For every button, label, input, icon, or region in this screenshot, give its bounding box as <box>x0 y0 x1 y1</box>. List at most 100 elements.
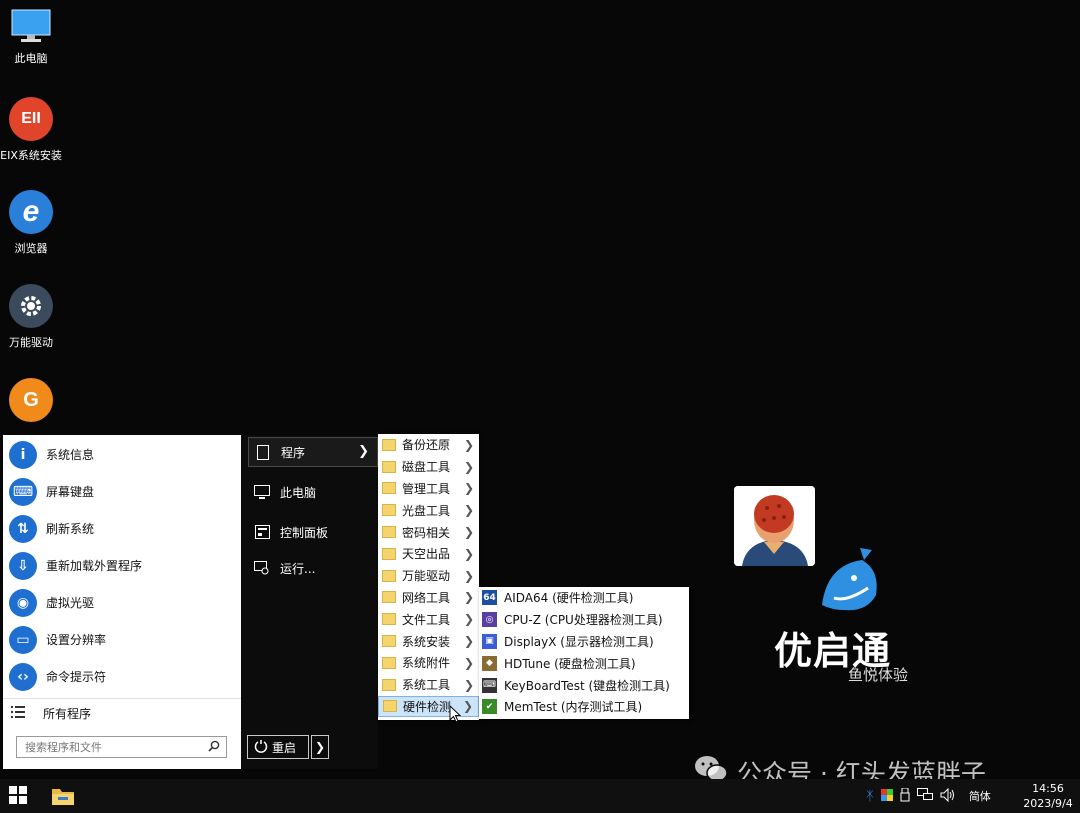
chevron-right-icon: ❯ <box>463 612 474 627</box>
submenu-item[interactable]: 管理工具 ❯ <box>378 478 479 500</box>
start-item-label: 设置分辨率 <box>46 633 107 647</box>
desktop-icon-driver[interactable]: 万能驱动 <box>0 284 62 350</box>
clock-time: 14:56 <box>1032 782 1064 795</box>
network-icon[interactable] <box>916 787 933 805</box>
document-icon <box>255 444 271 460</box>
search-icon[interactable] <box>208 740 220 755</box>
submenu-item[interactable]: 系统安装 ❯ <box>378 630 479 652</box>
programs-submenu: 备份还原 ❯ 磁盘工具 ❯ 管理工具 ❯ 光盘工具 ❯ 密码相关 ❯ 天空出品 ❯ 万能驱动 ❯ 网络工具 ❯… <box>378 434 479 720</box>
restart-button[interactable]: 重启 <box>247 735 309 759</box>
power-options-button[interactable]: ❯ <box>311 735 329 759</box>
submenu-item-label: 系统工具 <box>402 678 451 693</box>
chevron-right-icon: ❯ <box>463 437 474 452</box>
start-item-label: 重新加载外置程序 <box>46 559 143 573</box>
chevron-right-icon: ❯ <box>463 634 474 649</box>
taskbar-clock[interactable]: 14:56 2023/9/4 <box>1018 781 1078 811</box>
start-item-virtual-drive[interactable]: ◉ 虚拟光驱 <box>3 584 241 621</box>
all-programs-item[interactable]: 所有程序 <box>3 698 241 728</box>
folder-icon <box>382 526 396 539</box>
chevron-right-icon: ❯ <box>358 444 369 459</box>
folder-icon <box>50 789 76 810</box>
submenu-item-label: 光盘工具 <box>402 503 451 518</box>
menu-item-this-pc[interactable]: 此电脑 <box>248 477 378 507</box>
hardware-tool-item[interactable]: 64 AIDA64 (硬件检测工具) <box>479 587 689 609</box>
desktop-icon-g-app[interactable]: G <box>0 378 62 422</box>
submenu-item[interactable]: 光盘工具 ❯ <box>378 499 479 521</box>
submenu-item[interactable]: 系统附件 ❯ <box>378 652 479 674</box>
start-item-label: 屏幕键盘 <box>46 485 95 499</box>
start-item-system-info[interactable]: i 系统信息 <box>3 436 241 473</box>
desktop-icon-eix[interactable]: EII EIX系统安装 <box>0 97 62 163</box>
folder-icon <box>382 482 396 495</box>
eix-icon: EII <box>9 97 53 141</box>
start-item-label: 刷新系统 <box>46 522 95 536</box>
menu-item-control-panel[interactable]: 控制面板 <box>248 517 378 547</box>
hardware-tool-item[interactable]: ⌨ KeyBoardTest (键盘检测工具) <box>479 674 689 696</box>
start-item-screen-keyboard[interactable]: ⌨ 屏幕键盘 <box>3 473 241 510</box>
ime-indicator[interactable]: 简体 <box>969 788 991 804</box>
disc-icon: ◉ <box>9 588 37 617</box>
usb-icon[interactable] <box>900 787 910 805</box>
submenu-item[interactable]: 网络工具 ❯ <box>378 587 479 609</box>
folder-icon <box>382 547 396 560</box>
clock-date: 2023/9/4 <box>1023 797 1073 810</box>
system-tray: ᛡ 简体 <box>866 779 991 813</box>
chevron-right-icon: ❯ <box>463 481 474 496</box>
folder-icon <box>382 678 396 691</box>
brand-subtitle: 鱼悦体验 <box>848 666 909 684</box>
start-button[interactable] <box>0 779 36 813</box>
start-item-label: 虚拟光驱 <box>46 596 95 610</box>
submenu-item[interactable]: 文件工具 ❯ <box>378 608 479 630</box>
bluetooth-icon[interactable]: ᛡ <box>866 789 874 804</box>
submenu-item[interactable]: 硬件检测 ❯ <box>378 695 479 718</box>
desktop-icon-label: EIX系统安装 <box>0 149 62 162</box>
submenu-item[interactable]: 系统工具 ❯ <box>378 674 479 696</box>
g-app-icon: G <box>9 378 53 422</box>
gear-icon <box>9 284 53 328</box>
memtest-icon: ✔ <box>482 699 497 715</box>
start-item-label: 命令提示符 <box>46 670 107 684</box>
start-item-reload-external[interactable]: ⇩ 重新加载外置程序 <box>3 547 241 584</box>
hardware-tool-label: AIDA64 (硬件检测工具) <box>504 591 634 606</box>
chevron-right-icon: ❯ <box>463 677 474 692</box>
menu-item-programs[interactable]: 程序 ❯ <box>248 437 378 467</box>
cpuz-icon: ◎ <box>482 612 497 628</box>
submenu-item-label: 文件工具 <box>402 612 451 627</box>
search-input[interactable] <box>23 739 208 755</box>
hdtune-icon: ◆ <box>482 655 497 671</box>
hardware-tool-item[interactable]: ✔ MemTest (内存测试工具) <box>479 696 689 718</box>
hardware-submenu: 64 AIDA64 (硬件检测工具) ◎ CPU-Z (CPU处理器检测工具) ▣ Dis… <box>479 587 689 719</box>
chevron-right-icon: ❯ <box>463 546 474 561</box>
folder-icon <box>382 504 396 517</box>
hardware-tool-item[interactable]: ◎ CPU-Z (CPU处理器检测工具) <box>479 609 689 631</box>
submenu-item[interactable]: 天空出品 ❯ <box>378 543 479 565</box>
submenu-item[interactable]: 万能驱动 ❯ <box>378 565 479 587</box>
search-box[interactable] <box>16 736 227 758</box>
control-panel-icon <box>254 524 270 540</box>
menu-item-label: 控制面板 <box>280 525 329 540</box>
folder-icon <box>382 613 396 626</box>
start-item-refresh-system[interactable]: ⇅ 刷新系统 <box>3 510 241 547</box>
taskbar: ᛡ 简体 14:56 2023/9/4 <box>0 779 1080 813</box>
volume-icon[interactable] <box>940 787 956 805</box>
hardware-tool-item[interactable]: ▣ DisplayX (显示器检测工具) <box>479 631 689 653</box>
start-item-command-prompt[interactable]: ‹› 命令提示符 <box>3 658 241 695</box>
file-explorer-button[interactable] <box>50 785 76 807</box>
submenu-item[interactable]: 密码相关 ❯ <box>378 521 479 543</box>
submenu-item-label: 万能驱动 <box>402 569 451 584</box>
desktop-icon-label: 浏览器 <box>14 242 48 255</box>
chevron-right-icon: ❯ <box>314 740 326 754</box>
submenu-item[interactable]: 磁盘工具 ❯ <box>378 456 479 478</box>
desktop-icon-browser[interactable]: e 浏览器 <box>0 190 62 256</box>
menu-item-run[interactable]: 运行... <box>248 553 378 583</box>
submenu-item-label: 磁盘工具 <box>402 460 451 475</box>
run-icon <box>254 560 270 576</box>
chevron-right-icon: ❯ <box>462 699 473 714</box>
chevron-right-icon: ❯ <box>463 459 474 474</box>
start-item-resolution[interactable]: ▭ 设置分辨率 <box>3 621 241 658</box>
submenu-item[interactable]: 备份还原 ❯ <box>378 434 479 456</box>
folder-icon <box>382 656 396 669</box>
desktop-icon-this-pc[interactable]: 此电脑 <box>0 8 62 66</box>
hardware-tool-item[interactable]: ◆ HDTune (硬盘检测工具) <box>479 652 689 674</box>
color-flag-icon[interactable] <box>880 788 893 804</box>
